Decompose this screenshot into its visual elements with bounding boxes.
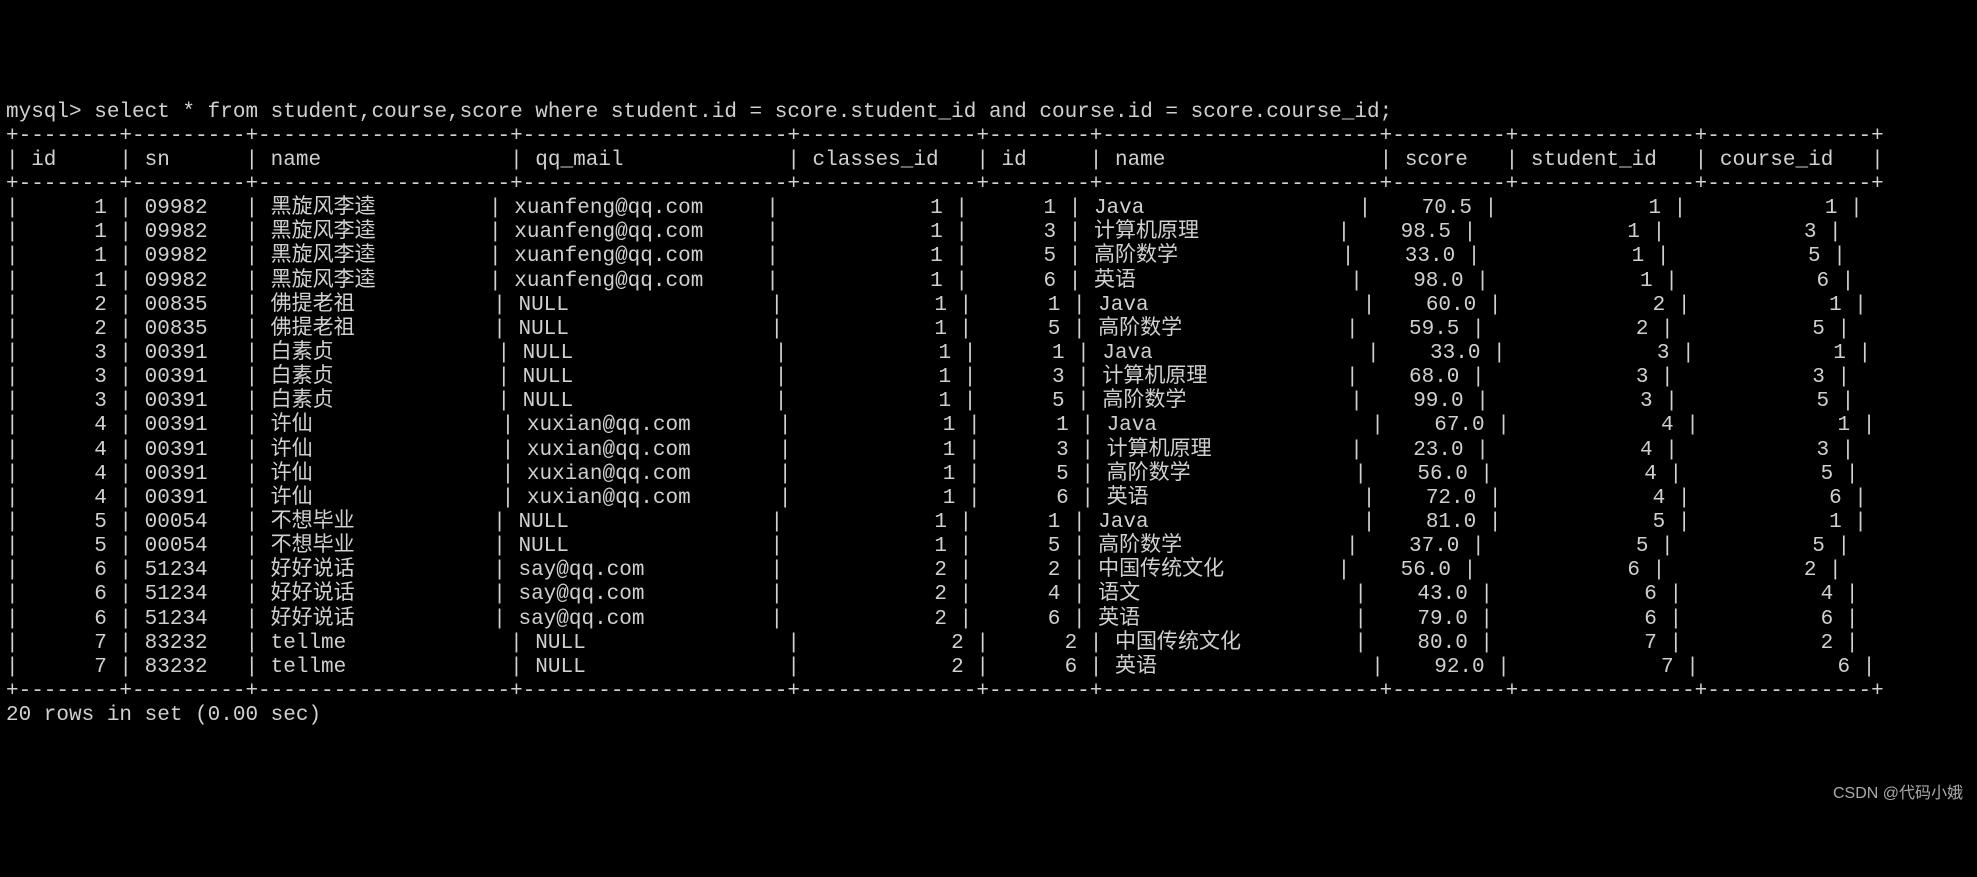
watermark: CSDN @代码小娥 <box>1833 785 1963 803</box>
row-summary: 20 rows in set (0.00 sec) <box>6 704 321 727</box>
result-table: +--------+---------+--------------------… <box>6 125 1884 703</box>
mysql-prompt: mysql> <box>6 101 94 124</box>
terminal-output: mysql> select * from student,course,scor… <box>6 101 1971 729</box>
sql-query: select * from student,course,score where… <box>94 101 1392 124</box>
